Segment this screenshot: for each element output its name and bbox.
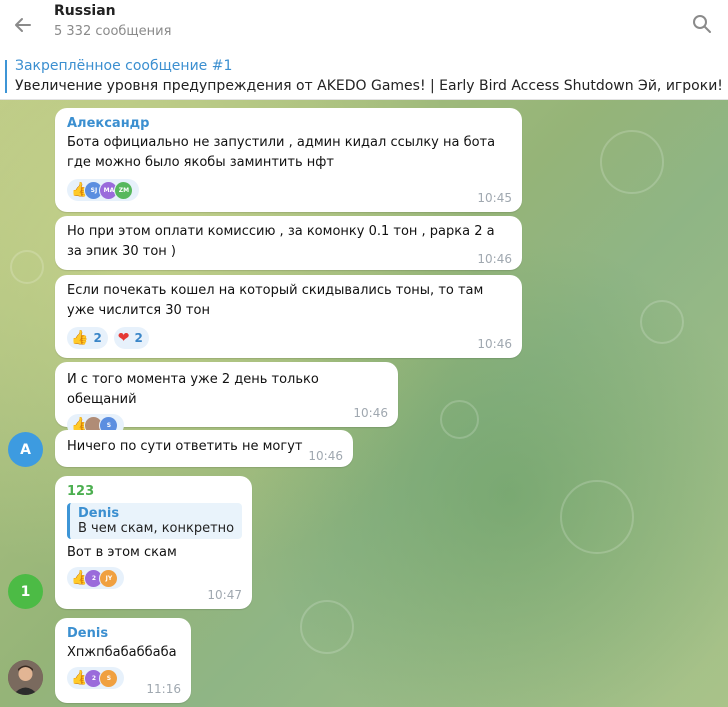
background-doodle	[440, 400, 479, 439]
chat-area[interactable]: Александр Бота официально не запустили ,…	[0, 100, 728, 707]
thumbs-up-reaction[interactable]: 👍 2 JY	[67, 567, 125, 589]
reply-quote[interactable]: Denis В чем скам, конкретно	[67, 503, 242, 539]
message-count: 5 332 сообщения	[54, 24, 172, 39]
message-bubble[interactable]: Александр Бота официально не запустили ,…	[55, 108, 522, 212]
reactor-avatar: ZM	[114, 180, 134, 200]
back-button[interactable]	[8, 10, 38, 40]
heart-reaction[interactable]: ❤ 2	[113, 327, 149, 349]
message-text: Хпжпбабаббаба	[67, 645, 177, 660]
message-text: Ничего по сути ответить не могут	[67, 439, 303, 454]
avatar[interactable]: 1	[8, 574, 43, 609]
reactor-avatar: S	[99, 668, 119, 688]
thumbs-up-reaction[interactable]: 👍 SJ MA ZM	[67, 179, 140, 201]
chat-title[interactable]: Russian	[54, 3, 116, 19]
message-text: И с того момента уже 2 день только обеща…	[67, 372, 319, 407]
search-icon	[693, 15, 711, 33]
message-time: 10:47	[207, 588, 242, 602]
message-text: Если почекать кошел на который скидывали…	[67, 283, 484, 318]
user-photo-icon	[8, 660, 43, 695]
message-time: 10:45	[477, 191, 512, 205]
thumbs-up-reaction[interactable]: 👍 2 S	[67, 667, 125, 689]
message-bubble[interactable]: Denis Хпжпбабаббаба 👍 2 S 11:16	[55, 618, 191, 703]
message-time: 10:46	[477, 252, 512, 266]
message-time: 10:46	[477, 337, 512, 351]
background-doodle	[640, 300, 684, 344]
pinned-message-bar[interactable]: Закреплённое сообщение #1 Увеличение уро…	[0, 52, 728, 100]
message-text: Бота официально не запустили , админ кид…	[67, 135, 496, 170]
message-time: 10:46	[308, 449, 343, 463]
back-arrow-icon	[15, 18, 31, 32]
thumbs-up-icon: 👍	[71, 330, 89, 346]
reactions: 👍 SJ MA ZM	[67, 179, 510, 201]
reaction-count: 2	[93, 331, 102, 345]
background-doodle	[300, 600, 354, 654]
search-button[interactable]	[688, 10, 716, 38]
message-time: 11:16	[146, 682, 181, 696]
chat-header: Russian 5 332 сообщения	[0, 0, 728, 53]
background-doodle	[560, 480, 634, 554]
pinned-title: Закреплённое сообщение #1	[15, 58, 233, 74]
message-bubble[interactable]: Ничего по сути ответить не могут 10:46	[55, 430, 353, 467]
sender-name[interactable]: Александр	[67, 116, 510, 131]
reactions: 👍 2 ❤ 2	[67, 327, 510, 349]
message-bubble[interactable]: И с того момента уже 2 день только обеща…	[55, 362, 398, 436]
message-bubble[interactable]: Если почекать кошел на который скидывали…	[55, 275, 522, 358]
message-text: Вот в этом скам	[67, 545, 177, 560]
message-text: Но при этом оплати комиссию , за комонку…	[67, 224, 495, 259]
reactions: 👍 2 JY	[67, 567, 240, 589]
message-bubble[interactable]: Но при этом оплати комиссию , за комонку…	[55, 216, 522, 270]
message-bubble[interactable]: 123 Denis В чем скам, конкретно Вот в эт…	[55, 476, 252, 609]
reply-sender: Denis	[78, 506, 120, 521]
heart-icon: ❤	[117, 330, 130, 346]
reply-text: В чем скам, конкретно	[78, 521, 234, 536]
thumbs-up-reaction[interactable]: 👍 2	[67, 327, 108, 349]
message-time: 10:46	[353, 406, 388, 420]
pinned-text: Увеличение уровня предупреждения от AKED…	[15, 78, 728, 94]
reactor-avatar: JY	[99, 568, 119, 588]
avatar-photo[interactable]	[8, 660, 43, 695]
background-doodle	[600, 130, 664, 194]
background-doodle	[10, 250, 44, 284]
sender-name[interactable]: Denis	[67, 626, 179, 641]
avatar[interactable]: A	[8, 432, 43, 467]
pinned-indicator	[5, 60, 7, 93]
sender-name[interactable]: 123	[67, 484, 240, 499]
reaction-count: 2	[134, 331, 143, 345]
